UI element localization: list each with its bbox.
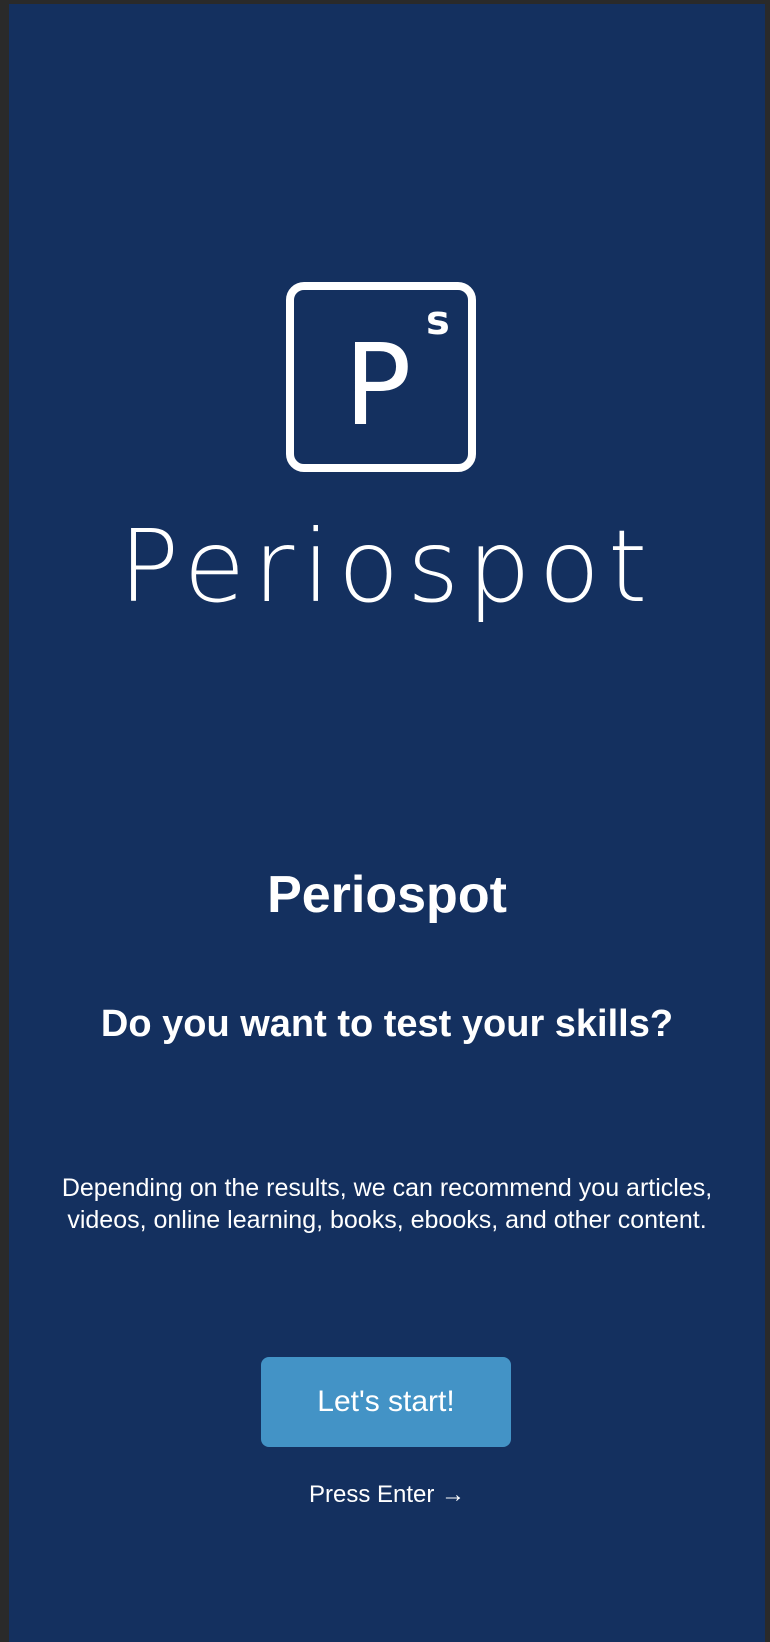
logo-wordmark: Periospot [118, 508, 656, 625]
page-title: Periospot [267, 866, 507, 924]
description-text: Depending on the results, we can recomme… [61, 1174, 713, 1234]
press-enter-hint: Press Enter → [308, 1481, 466, 1508]
welcome-screen: P s Periospot Periospot Do you want to t… [9, 4, 765, 1642]
start-button[interactable]: Let's start! [261, 1357, 511, 1447]
periospot-logo-icon: P s [286, 282, 476, 472]
question-heading: Do you want to test your skills? [100, 1003, 674, 1045]
logo-letter: P [344, 321, 412, 451]
logo-superscript: s [426, 298, 450, 344]
